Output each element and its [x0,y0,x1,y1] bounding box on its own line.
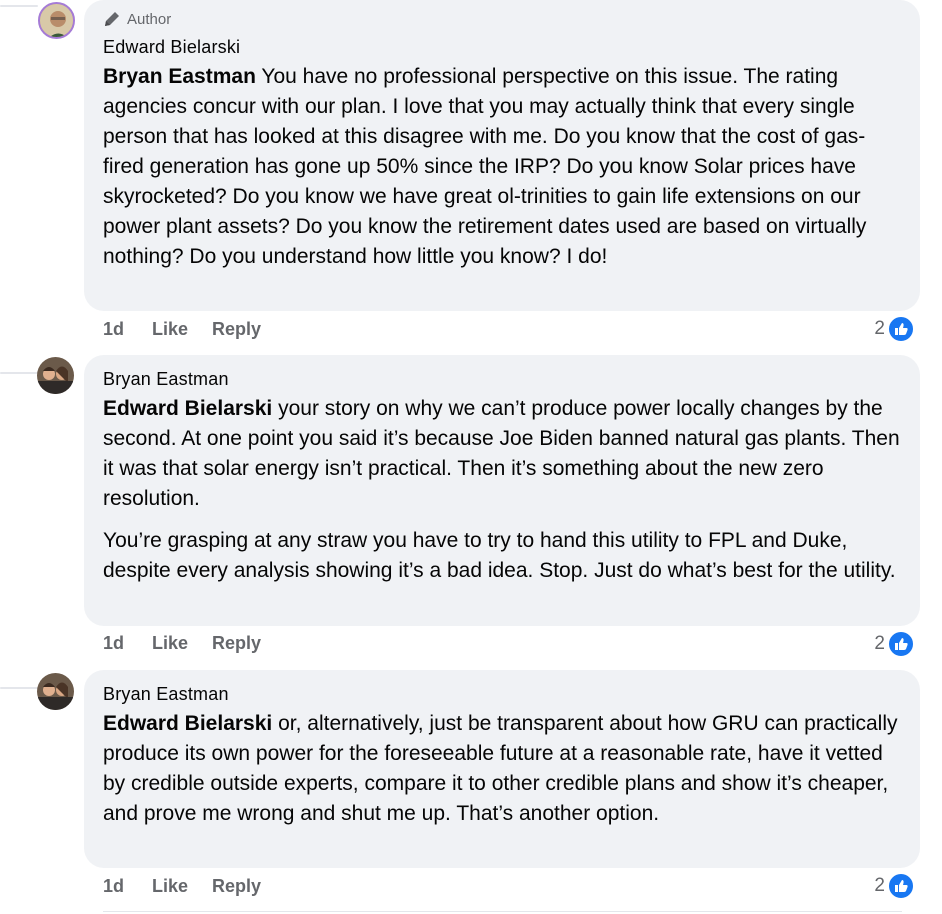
comment-timestamp[interactable]: 1d [103,633,124,654]
comment-bubble: Bryan Eastman Edward Bielarski your stor… [84,355,920,626]
thumbs-up-icon [887,872,915,900]
comment-actions: 1d Like Reply [103,319,285,340]
mention-link[interactable]: Edward Bielarski [103,712,272,735]
divider [103,911,902,912]
comment-timestamp[interactable]: 1d [103,319,124,340]
comment-text: Edward Bielarski your story on why we ca… [103,394,901,514]
avatar-image [37,673,74,710]
comment-body: You have no professional perspective on … [103,65,867,268]
reaction-count: 2 [874,633,885,654]
comment-actions: 1d Like Reply [103,876,285,897]
reply-button[interactable]: Reply [212,633,261,654]
comment-author[interactable]: Bryan Eastman [103,369,901,390]
avatar-image [40,4,73,37]
reply-button[interactable]: Reply [212,876,261,897]
like-button[interactable]: Like [152,876,188,897]
author-badge: Author [103,9,901,29]
comment-author[interactable]: Edward Bielarski [103,37,901,58]
mention-link[interactable]: Bryan Eastman [103,65,256,88]
reaction-summary[interactable]: 2 [874,872,915,900]
reaction-summary[interactable]: 2 [874,315,915,343]
avatar[interactable] [38,2,75,39]
reaction-count: 2 [874,318,885,339]
thread-connector [0,5,38,7]
comment-author[interactable]: Bryan Eastman [103,684,901,705]
thread-connector [0,687,38,689]
comment-actions: 1d Like Reply [103,633,285,654]
comment-bubble: Bryan Eastman Edward Bielarski or, alter… [84,670,920,868]
comment-text: Edward Bielarski or, alternatively, just… [103,709,901,829]
avatar-image [37,357,74,394]
author-badge-label: Author [127,10,172,28]
thumbs-up-icon [887,630,915,658]
comment-bubble: Author Edward Bielarski Bryan Eastman Yo… [84,0,920,311]
comment-text-paragraph: You’re grasping at any straw you have to… [103,529,896,582]
reaction-summary[interactable]: 2 [874,630,915,658]
like-button[interactable]: Like [152,633,188,654]
avatar[interactable] [37,357,74,394]
thumbs-up-icon [887,315,915,343]
mention-link[interactable]: Edward Bielarski [103,397,272,420]
comment-timestamp[interactable]: 1d [103,876,124,897]
reaction-count: 2 [874,875,885,896]
pencil-icon [105,12,119,26]
reply-button[interactable]: Reply [212,319,261,340]
thread-connector [0,372,38,374]
like-button[interactable]: Like [152,319,188,340]
comment-text: Bryan Eastman You have no professional p… [103,62,901,272]
avatar[interactable] [37,673,74,710]
